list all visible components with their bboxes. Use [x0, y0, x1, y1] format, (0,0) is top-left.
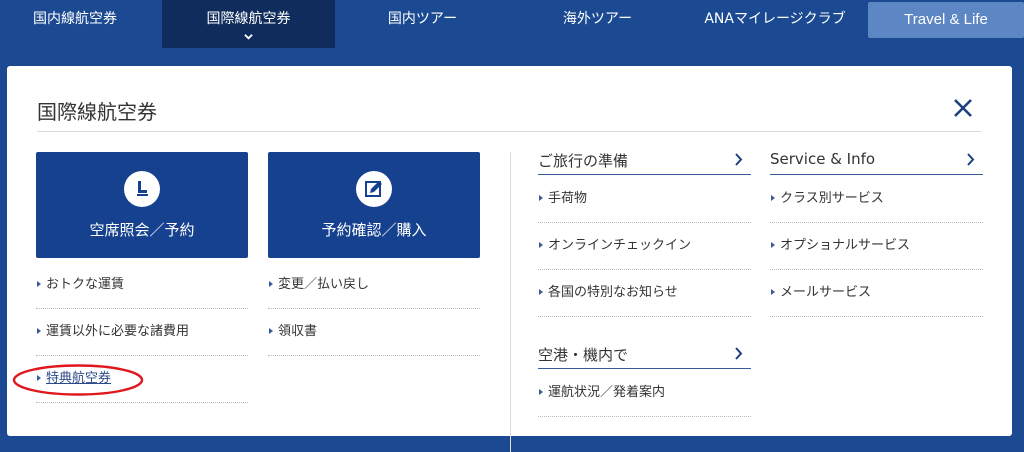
triangle-bullet-icon: [269, 328, 273, 334]
triangle-bullet-icon: [269, 281, 273, 287]
triangle-bullet-icon: [37, 281, 41, 287]
triangle-bullet-icon: [539, 389, 543, 395]
section-service-info-title: Service & Info: [770, 150, 876, 168]
triangle-bullet-icon: [37, 375, 41, 381]
nav-international-flights[interactable]: 国際線航空券: [162, 0, 335, 48]
triangle-bullet-icon: [771, 195, 775, 201]
link-optional-service[interactable]: オプショナルサービス: [770, 223, 983, 270]
section-airport-header[interactable]: 空港・機内で: [538, 344, 751, 369]
chevron-down-icon: [243, 34, 253, 40]
link-receipt[interactable]: 領収書: [268, 309, 480, 356]
main-nav: 国内線航空券 国際線航空券 国内ツアー 海外ツアー ANAマイレージクラブ Tr…: [0, 0, 1024, 48]
nav-domestic-tours[interactable]: 国内ツアー: [350, 0, 495, 44]
nav-overseas-tours[interactable]: 海外ツアー: [525, 0, 670, 44]
section-travel-prep-title: ご旅行の準備: [538, 152, 629, 170]
link-country-notices[interactable]: 各国の特別なお知らせ: [538, 270, 751, 317]
link-class-service[interactable]: クラス別サービス: [770, 176, 983, 223]
link-award-tickets[interactable]: 特典航空券: [36, 356, 248, 403]
triangle-bullet-icon: [539, 242, 543, 248]
booking-confirm-purchase-label: 予約確認／購入: [321, 221, 427, 239]
link-change-refund[interactable]: 変更／払い戻し: [268, 262, 480, 309]
section-airport-title: 空港・機内で: [538, 346, 629, 364]
close-icon[interactable]: [951, 96, 975, 120]
seat-search-booking-button[interactable]: 空席照会／予約: [36, 152, 248, 258]
edit-icon: [365, 181, 382, 197]
section-service-info-header[interactable]: Service & Info: [770, 150, 983, 175]
seat-search-booking-label: 空席照会／予約: [89, 221, 195, 239]
link-online-checkin[interactable]: オンラインチェックイン: [538, 223, 751, 270]
column-divider: [510, 152, 511, 452]
nav-mileage-club[interactable]: ANAマイレージクラブ: [690, 0, 860, 44]
title-divider: [37, 131, 982, 132]
chevron-right-icon: [735, 347, 743, 360]
seat-icon: [137, 181, 148, 196]
triangle-bullet-icon: [539, 195, 543, 201]
triangle-bullet-icon: [37, 328, 41, 334]
chevron-right-icon: [735, 153, 743, 166]
link-baggage[interactable]: 手荷物: [538, 176, 751, 223]
triangle-bullet-icon: [771, 289, 775, 295]
link-discount-fares[interactable]: おトクな運賃: [36, 262, 248, 309]
link-mail-service[interactable]: メールサービス: [770, 270, 983, 317]
panel-title: 国際線航空券: [37, 100, 157, 124]
chevron-right-icon: [967, 153, 975, 166]
nav-travel-life[interactable]: Travel & Life: [868, 2, 1024, 38]
triangle-bullet-icon: [539, 289, 543, 295]
link-extra-fees[interactable]: 運賃以外に必要な諸費用: [36, 309, 248, 356]
triangle-bullet-icon: [771, 242, 775, 248]
booking-confirm-purchase-button[interactable]: 予約確認／購入: [268, 152, 480, 258]
nav-international-label: 国際線航空券: [206, 11, 291, 27]
nav-domestic-flights[interactable]: 国内線航空券: [0, 0, 150, 44]
link-flight-status[interactable]: 運航状況／発着案内: [538, 370, 751, 417]
mega-menu-panel: 国際線航空券 空席照会／予約 予約確認／購入 おトクな運賃 運賃以外に必要な諸費…: [7, 66, 1012, 452]
section-travel-prep-header[interactable]: ご旅行の準備: [538, 150, 751, 175]
